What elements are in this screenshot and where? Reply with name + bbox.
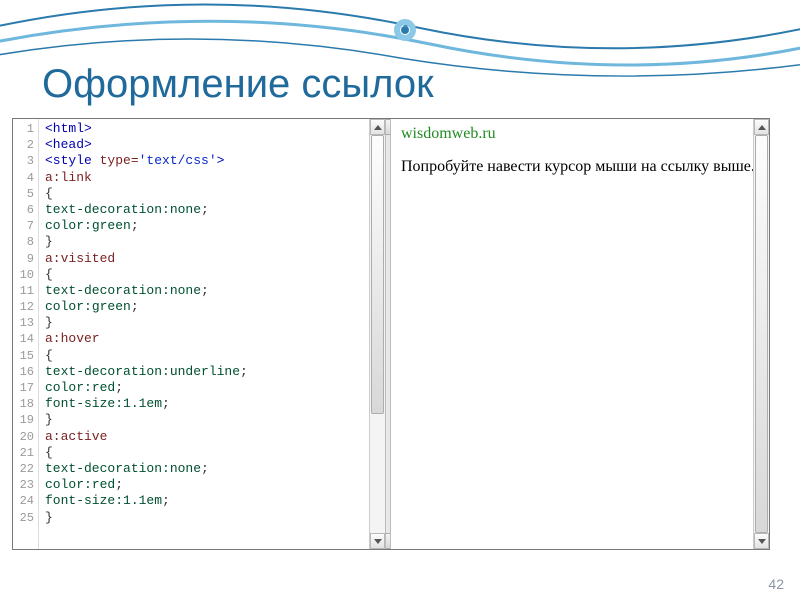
code-line: a:active	[45, 429, 248, 445]
code-line: font-size:1.1em;	[45, 493, 248, 509]
scroll-up-button[interactable]	[370, 119, 385, 135]
code-line: <head>	[45, 137, 248, 153]
scroll-down-button[interactable]	[754, 533, 769, 549]
code-line: {	[45, 445, 248, 461]
code-line: }	[45, 510, 248, 526]
preview-link[interactable]: wisdomweb.ru	[401, 125, 496, 142]
code-line: }	[45, 412, 248, 428]
code-line: a:link	[45, 170, 248, 186]
page-number: 42	[768, 576, 784, 592]
scroll-down-button[interactable]	[370, 533, 385, 549]
code-line: color:red;	[45, 477, 248, 493]
code-line: {	[45, 186, 248, 202]
code-listing: <html><head><style type='text/css'>a:lin…	[39, 119, 248, 549]
code-line: a:hover	[45, 331, 248, 347]
code-line: a:visited	[45, 251, 248, 267]
code-line: font-size:1.1em;	[45, 396, 248, 412]
scroll-track[interactable]	[754, 135, 769, 533]
preview-pane: wisdomweb.ru Попробуйте навести курсор м…	[391, 119, 769, 549]
scroll-up-button[interactable]	[754, 119, 769, 135]
code-line: }	[45, 234, 248, 250]
code-line: <style type='text/css'>	[45, 153, 248, 169]
code-line: color:green;	[45, 299, 248, 315]
scroll-thumb[interactable]	[755, 135, 768, 533]
scroll-track[interactable]	[370, 135, 385, 533]
code-line: text-decoration:none;	[45, 283, 248, 299]
code-scrollbar[interactable]	[369, 119, 385, 549]
line-number-gutter: 1234567891011121314151617181920212223242…	[13, 119, 39, 549]
code-pane: 1234567891011121314151617181920212223242…	[13, 119, 385, 549]
code-line: <html>	[45, 121, 248, 137]
code-line: {	[45, 267, 248, 283]
code-line: text-decoration:none;	[45, 202, 248, 218]
code-line: text-decoration:none;	[45, 461, 248, 477]
preview-scrollbar[interactable]	[753, 119, 769, 549]
code-line: }	[45, 315, 248, 331]
scroll-thumb[interactable]	[371, 135, 384, 414]
code-line: {	[45, 348, 248, 364]
example-frame: 1234567891011121314151617181920212223242…	[12, 118, 770, 550]
slide-title: Оформление ссылок	[42, 62, 434, 107]
code-line: color:green;	[45, 218, 248, 234]
code-line: text-decoration:underline;	[45, 364, 248, 380]
code-line: color:red;	[45, 380, 248, 396]
preview-body-text: Попробуйте навести курсор мыши на ссылку…	[401, 157, 759, 177]
